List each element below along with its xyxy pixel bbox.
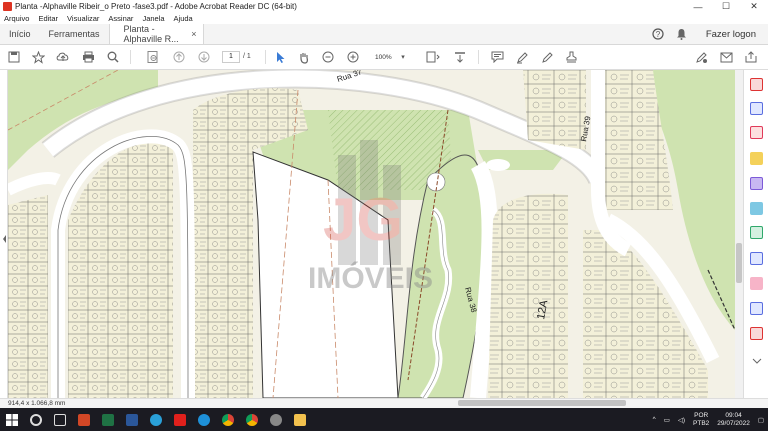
- comment-tool-icon[interactable]: [750, 152, 763, 165]
- chevron-down-icon[interactable]: ▾: [399, 48, 407, 66]
- menu-item-ajuda[interactable]: Ajuda: [174, 14, 193, 23]
- tab-bar: Início Ferramentas Planta -Alphaville R.…: [0, 24, 768, 45]
- hand-tool-icon[interactable]: [297, 48, 311, 66]
- stamp-icon[interactable]: [563, 48, 579, 66]
- document-view[interactable]: JG IMÓVEIS Rua 37 Rua 39 Rua 38 12A: [8, 70, 735, 398]
- zoom-in-icon[interactable]: [346, 48, 360, 66]
- chrome-profile-icon[interactable]: [240, 408, 264, 431]
- title-bar: Planta -Alphaville Ribeir_o Preto -fase3…: [0, 0, 768, 13]
- menu-item-arquivo[interactable]: Arquivo: [4, 14, 29, 23]
- upload-cloud-icon[interactable]: [55, 48, 71, 66]
- status-bar: 914,4 x 1.066,8 mm: [0, 398, 768, 408]
- bookmark-star-icon[interactable]: [30, 48, 46, 66]
- window-title: Planta -Alphaville Ribeir_o Preto -fase3…: [15, 2, 297, 11]
- maximize-button[interactable]: ☐: [712, 0, 740, 13]
- svg-text:JG: JG: [323, 186, 403, 253]
- zoom-out-icon[interactable]: [321, 48, 335, 66]
- vertical-scrollbar[interactable]: [735, 70, 743, 398]
- mail-icon[interactable]: [718, 48, 734, 66]
- bell-icon[interactable]: [670, 24, 694, 44]
- language-indicator[interactable]: POR PTB2: [693, 412, 709, 428]
- select-cursor-icon[interactable]: [273, 48, 287, 66]
- clock-date: 29/07/2022: [717, 419, 750, 427]
- export-pdf-icon[interactable]: [750, 78, 763, 91]
- svg-text:?: ?: [656, 30, 661, 39]
- sign-in-button[interactable]: Fazer logon: [694, 24, 768, 44]
- previous-page-icon[interactable]: [172, 48, 186, 66]
- watermark-text: IMÓVEIS: [308, 261, 433, 295]
- edge-icon[interactable]: [144, 408, 168, 431]
- menu-item-janela[interactable]: Janela: [142, 14, 164, 23]
- volume-icon[interactable]: ◁): [678, 416, 685, 424]
- highlight-pen-icon[interactable]: [514, 48, 530, 66]
- tab-document[interactable]: Planta -Alphaville R... ×: [108, 24, 204, 44]
- task-view-icon[interactable]: [48, 408, 72, 431]
- separator: [478, 50, 479, 64]
- share-icon[interactable]: [743, 48, 759, 66]
- search-taskbar-icon[interactable]: [24, 408, 48, 431]
- print-icon[interactable]: [80, 48, 96, 66]
- chevron-up-icon[interactable]: ^: [653, 416, 656, 423]
- fill-sign-icon[interactable]: [750, 277, 763, 290]
- tab-document-label: Planta -Alphaville R...: [123, 24, 179, 44]
- next-page-icon[interactable]: [197, 48, 211, 66]
- ie-icon[interactable]: [192, 408, 216, 431]
- separator: [265, 50, 266, 64]
- organize-pages-icon[interactable]: [750, 202, 763, 215]
- network-icon[interactable]: ▭: [664, 416, 670, 424]
- system-tray: ^ ▭ ◁) POR PTB2 09:04 29/07/2022 ▢: [653, 408, 764, 431]
- separator: [130, 50, 131, 64]
- site-plan-map: JG IMÓVEIS Rua 37 Rua 39 Rua 38 12A: [8, 70, 735, 398]
- toolbar: 1 / 1 100% ▾: [0, 45, 768, 70]
- tab-close-button[interactable]: ×: [191, 29, 196, 39]
- zoom-out-page-icon[interactable]: [146, 48, 160, 66]
- page-number-input[interactable]: 1: [222, 51, 240, 63]
- left-nav-collapsed[interactable]: [0, 70, 8, 398]
- horizontal-scrollbar[interactable]: [458, 400, 626, 406]
- word-icon[interactable]: [120, 408, 144, 431]
- tools-panel: [743, 70, 768, 398]
- lang-code: POR: [694, 411, 709, 419]
- page-total: / 1: [243, 53, 251, 60]
- notifications-icon[interactable]: ▢: [758, 416, 764, 424]
- app-icon[interactable]: [264, 408, 288, 431]
- edit-pdf-icon[interactable]: [750, 126, 763, 139]
- excel-icon[interactable]: [96, 408, 120, 431]
- keyboard-layout: PTB2: [693, 419, 710, 427]
- minimize-button[interactable]: —: [684, 0, 712, 13]
- draw-icon[interactable]: [539, 48, 555, 66]
- tab-home[interactable]: Início: [0, 24, 40, 44]
- search-icon[interactable]: [105, 48, 121, 66]
- close-button[interactable]: ✕: [740, 0, 768, 13]
- expand-panel-icon[interactable]: [750, 355, 763, 368]
- menu-bar: Arquivo Editar Visualizar Assinar Janela…: [0, 13, 768, 24]
- tab-tools[interactable]: Ferramentas: [40, 24, 109, 44]
- scroll-thumb[interactable]: [736, 243, 742, 283]
- create-pdf-icon[interactable]: [750, 102, 763, 115]
- page-dimensions: 914,4 x 1.066,8 mm: [8, 400, 66, 407]
- fit-page-icon[interactable]: [425, 48, 441, 66]
- scan-ocr-icon[interactable]: [750, 252, 763, 265]
- menu-item-assinar[interactable]: Assinar: [108, 14, 133, 23]
- scroll-mode-icon[interactable]: [452, 48, 468, 66]
- sign-icon[interactable]: [693, 48, 709, 66]
- menu-item-editar[interactable]: Editar: [38, 14, 58, 23]
- menu-item-visualizar[interactable]: Visualizar: [67, 14, 99, 23]
- protect-icon[interactable]: [750, 302, 763, 315]
- comment-icon[interactable]: [489, 48, 505, 66]
- clock-time: 09:04: [725, 411, 742, 419]
- powerpoint-icon[interactable]: [72, 408, 96, 431]
- start-button[interactable]: [0, 408, 24, 431]
- compress-pdf-icon[interactable]: [750, 226, 763, 239]
- combine-files-icon[interactable]: [750, 177, 763, 190]
- clock[interactable]: 09:04 29/07/2022: [717, 412, 750, 428]
- save-icon[interactable]: [6, 48, 22, 66]
- more-tools-icon[interactable]: [750, 327, 763, 340]
- acrobat-taskbar-icon[interactable]: [168, 408, 192, 431]
- explorer-icon[interactable]: [288, 408, 312, 431]
- chrome-icon[interactable]: [216, 408, 240, 431]
- taskbar: ^ ▭ ◁) POR PTB2 09:04 29/07/2022 ▢: [0, 408, 768, 431]
- acrobat-icon: [3, 2, 12, 11]
- help-icon[interactable]: ?: [646, 24, 670, 44]
